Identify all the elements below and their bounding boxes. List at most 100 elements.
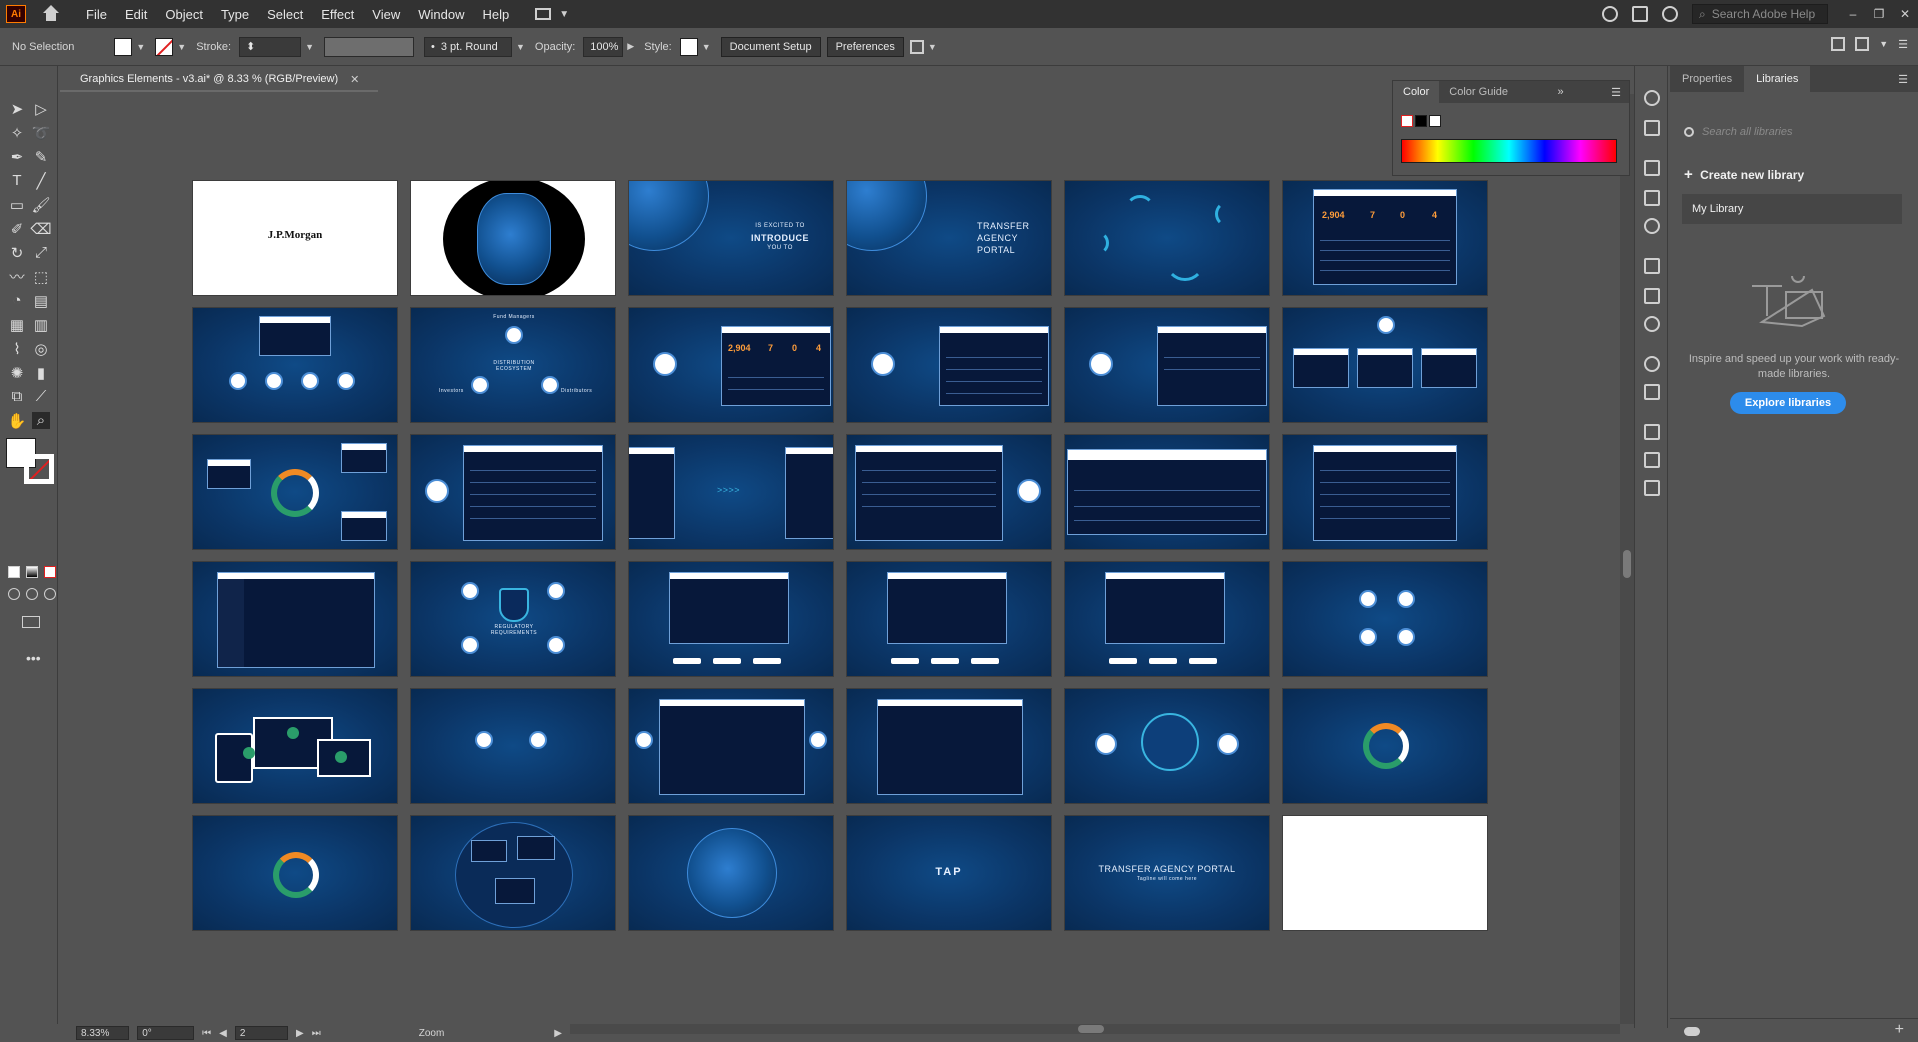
artboard-regulatory[interactable]: REGULATORY REQUIREMENTS (410, 561, 616, 677)
library-search-input[interactable]: Search all libraries (1684, 122, 1884, 142)
tab-libraries[interactable]: Libraries (1744, 66, 1811, 92)
screen-mode-icon[interactable] (22, 616, 40, 628)
artboard-cloud-hub[interactable] (1064, 688, 1270, 804)
search-help-input[interactable]: ⌕ Search Adobe Help (1692, 4, 1828, 24)
home-icon[interactable] (40, 3, 62, 25)
stepper-icon[interactable]: ⬍ (246, 40, 255, 53)
hand-tool-icon[interactable]: ✋ (8, 412, 27, 430)
artboard-number-field[interactable]: 2 (234, 1026, 289, 1040)
pen-tool-icon[interactable]: ✒ (8, 148, 26, 166)
chevron-down-icon[interactable]: ▼ (136, 42, 145, 52)
curvature-tool-icon[interactable]: ✎ (32, 148, 50, 166)
direct-selection-tool-icon[interactable]: ▷ (32, 100, 50, 118)
artboard-list-table[interactable] (1282, 434, 1488, 550)
menu-edit[interactable]: Edit (125, 7, 147, 22)
artboard-portal-title[interactable]: TRANSFER AGENCY PORTAL (846, 180, 1052, 296)
artboard-three-panels[interactable] (1282, 307, 1488, 423)
rectangle-tool-icon[interactable]: ▭ (8, 196, 26, 214)
chevron-down-icon[interactable]: ▼ (177, 42, 186, 52)
artboard-devices[interactable] (192, 688, 398, 804)
color-mode-icon[interactable] (8, 566, 20, 578)
control-menu-icon[interactable] (1855, 37, 1870, 51)
magic-wand-tool-icon[interactable]: ✧ (8, 124, 26, 142)
artboard-funds-tabs[interactable] (628, 561, 834, 677)
artboard-two-nodes[interactable] (410, 688, 616, 804)
chevron-down-icon[interactable]: ▼ (516, 42, 525, 52)
menu-window[interactable]: Window (418, 7, 464, 22)
graphic-styles-icon[interactable] (1644, 384, 1660, 400)
artboard-tool-icon[interactable]: ⧉ (8, 388, 26, 405)
artboard-fund-detail-2[interactable] (846, 688, 1052, 804)
artboard-globe-centered[interactable] (628, 815, 834, 931)
menu-effect[interactable]: Effect (321, 7, 354, 22)
column-graph-tool-icon[interactable]: ▮ (32, 364, 50, 382)
expand-icon[interactable]: » (1558, 86, 1564, 98)
artboard-arcs[interactable] (1064, 180, 1270, 296)
chevron-down-icon[interactable]: ▼ (702, 42, 711, 52)
none-mode-icon[interactable] (44, 566, 56, 578)
artboard-gear-ring-2[interactable] (1282, 688, 1488, 804)
menu-help[interactable]: Help (482, 7, 509, 22)
menu-lines-icon[interactable]: ☰ (1898, 38, 1908, 51)
slice-tool-icon[interactable]: ⟋ (32, 388, 50, 405)
horizontal-scrollbar[interactable] (570, 1024, 1620, 1034)
paintbrush-tool-icon[interactable]: 🖌 (31, 196, 50, 214)
artboard-wide-table[interactable] (1064, 434, 1270, 550)
menu-select[interactable]: Select (267, 7, 303, 22)
canvas[interactable]: J.P.Morgan IS EXCITED TO INTRODUCE YOU T… (60, 94, 1620, 1024)
chevron-down-icon[interactable]: ▼ (1879, 39, 1888, 49)
restore-icon[interactable]: ❐ (1866, 7, 1892, 21)
fill-stroke-widget[interactable] (6, 438, 56, 486)
swatches-icon[interactable] (1644, 160, 1660, 176)
edit-toolbar-icon[interactable]: ••• (26, 650, 41, 666)
artboard-distributor-rows[interactable] (846, 434, 1052, 550)
zoom-tool-icon[interactable]: ⌕ (32, 412, 50, 429)
none-swatch[interactable] (1401, 115, 1413, 127)
chevron-right-icon[interactable]: ▶ (627, 41, 634, 52)
color-spectrum[interactable] (1401, 139, 1617, 163)
artboard-globe-reveal[interactable] (410, 180, 616, 296)
artboard-logo[interactable]: J.P.Morgan (192, 180, 398, 296)
menu-lines-icon[interactable]: ☰ (1611, 86, 1621, 99)
artboard-funds-tabs-3[interactable] (1064, 561, 1270, 677)
variable-width-profile[interactable] (324, 36, 414, 57)
tab-properties[interactable]: Properties (1670, 66, 1744, 92)
stroke-swatch[interactable] (155, 37, 174, 56)
chevron-down-icon[interactable]: ▼ (928, 42, 937, 52)
shaper-tool-icon[interactable]: ✐ (8, 220, 26, 238)
artboard-feature-nodes[interactable] (1282, 561, 1488, 677)
brushes-icon[interactable] (1644, 190, 1660, 206)
artboard-gear-ring[interactable] (192, 434, 398, 550)
document-setup-button[interactable]: Document Setup (720, 36, 821, 57)
appearance-icon[interactable] (1644, 356, 1660, 372)
selection-tool-icon[interactable]: ➤ (8, 100, 26, 118)
chevron-down-icon[interactable]: ▼ (305, 42, 314, 52)
artboard-dashboard[interactable]: 2,904 7 0 4 (1282, 180, 1488, 296)
export-icon[interactable] (1644, 452, 1660, 468)
artboards-icon[interactable] (1644, 480, 1660, 496)
chevron-down-icon[interactable]: ▼ (559, 9, 569, 20)
color-guide-icon[interactable] (1644, 120, 1660, 136)
draw-inside-icon[interactable] (44, 588, 56, 600)
scroll-thumb[interactable] (1078, 1025, 1104, 1033)
gradient-mode-icon[interactable] (26, 566, 38, 578)
blend-tool-icon[interactable]: ◎ (32, 340, 50, 358)
status-menu-icon[interactable]: ▶ (554, 1028, 562, 1039)
arrange-icon[interactable] (909, 39, 924, 54)
fill-swatch[interactable] (114, 37, 133, 56)
artboard-distributors-table[interactable] (846, 307, 1052, 423)
stroke-icon[interactable] (1644, 258, 1660, 274)
white-swatch[interactable] (1429, 115, 1441, 127)
free-transform-tool-icon[interactable]: ⬚ (32, 268, 50, 286)
layers-icon[interactable] (1644, 424, 1660, 440)
artboard-analytics[interactable] (410, 815, 616, 931)
type-tool-icon[interactable]: T (8, 172, 26, 189)
artboard-transfer-arrows[interactable]: >>>> (628, 434, 834, 550)
scale-tool-icon[interactable]: ⤢ (32, 244, 50, 261)
warp-tool-icon[interactable]: 〰 (8, 268, 26, 286)
explore-libraries-button[interactable]: Explore libraries (1730, 392, 1846, 414)
draw-normal-icon[interactable] (8, 588, 20, 600)
artboard-distribution-ecosystem[interactable]: Fund Managers DISTRIBUTION ECOSYSTEM Inv… (410, 307, 616, 423)
document-tab[interactable]: Graphics Elements - v3.ai* @ 8.33 % (RGB… (60, 68, 378, 92)
arrange-documents-icon[interactable] (1632, 6, 1648, 22)
